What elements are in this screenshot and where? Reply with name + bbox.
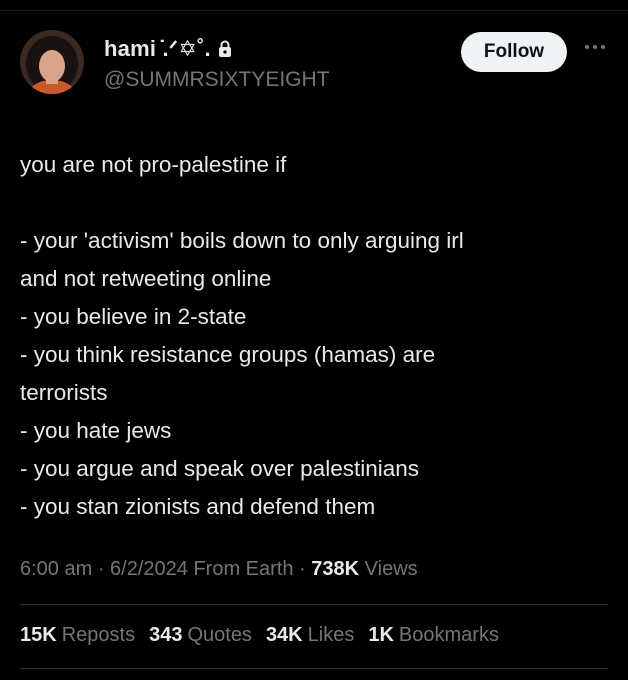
meta-separator: · [299, 558, 312, 580]
quotes-label: Quotes [187, 624, 252, 646]
meta-separator: · [97, 558, 111, 580]
tweet-source: From Earth [193, 558, 294, 580]
profile-photo [20, 30, 84, 94]
display-name[interactable]: hami ̇.ᐟ✡︎˚. [104, 36, 211, 62]
tweet-line: you are not pro-palestine if [20, 152, 287, 177]
author-name-row: hami ̇.ᐟ✡︎˚. [104, 36, 233, 62]
user-handle[interactable]: @SUMMRSIXTYEIGHT [104, 68, 330, 92]
lock-icon [218, 40, 231, 57]
tweet-line: - you argue and speak over palestinians [20, 456, 420, 481]
tweet-line: and not retweeting online [20, 266, 272, 291]
more-horizontal-icon[interactable] [584, 42, 606, 52]
tweet-line: terrorists [20, 380, 108, 405]
tweet-line: - you hate jews [20, 418, 172, 443]
tweet-text: you are not pro-palestine if - your 'act… [20, 146, 600, 526]
quotes-stat[interactable]: 343 Quotes [149, 624, 252, 647]
quotes-count: 343 [149, 624, 183, 646]
stats-divider-bottom [20, 668, 608, 669]
tweet-meta: 6:00 am · 6/2/2024 From Earth · 738K Vie… [20, 558, 418, 581]
bookmarks-stat[interactable]: 1K Bookmarks [368, 624, 499, 647]
likes-label: Likes [307, 624, 355, 646]
avatar[interactable] [20, 30, 84, 94]
top-divider [0, 10, 628, 11]
tweet-line: - you believe in 2-state [20, 304, 247, 329]
likes-stat[interactable]: 34K Likes [266, 624, 354, 647]
reposts-label: Reposts [61, 624, 136, 646]
tweet-line: - your 'activism' boils down to only arg… [20, 228, 464, 253]
reposts-stat[interactable]: 15K Reposts [20, 624, 135, 647]
tweet-date[interactable]: 6/2/2024 [110, 558, 188, 580]
stats-divider-top [20, 604, 608, 605]
bookmarks-label: Bookmarks [398, 624, 499, 646]
likes-count: 34K [265, 624, 303, 646]
tweet-time[interactable]: 6:00 am [20, 558, 92, 580]
tweet-line: - you think resistance groups (hamas) ar… [20, 342, 436, 367]
views-count: 738K [311, 558, 360, 580]
engagement-stats: 15K Reposts 343 Quotes 34K Likes 1K Bookmark… [20, 624, 499, 647]
follow-button[interactable]: Follow [461, 32, 567, 72]
bookmarks-count: 1K [368, 624, 394, 646]
reposts-count: 15K [20, 624, 57, 646]
views-label: Views [364, 558, 418, 580]
tweet-line: - you stan zionists and defend them [20, 494, 376, 519]
